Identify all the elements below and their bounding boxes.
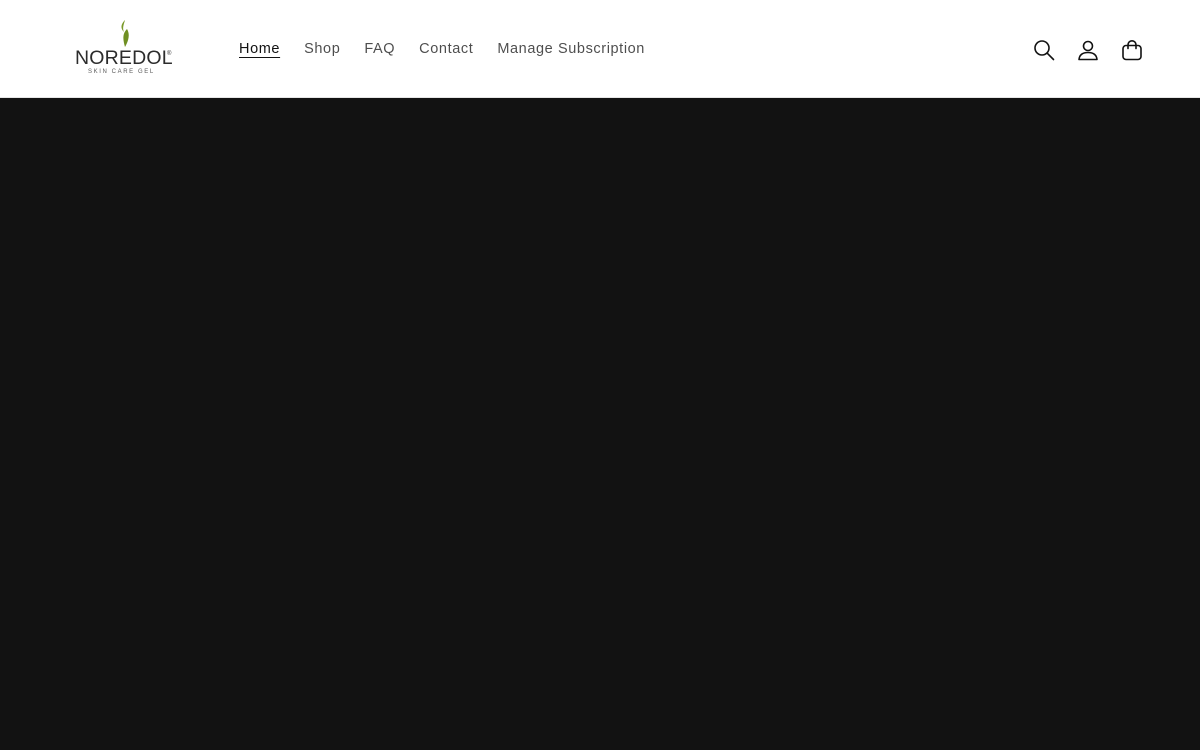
leaf-icon — [121, 20, 129, 47]
hero-banner — [0, 98, 1200, 750]
nav-item-contact[interactable]: Contact — [407, 36, 485, 62]
registered-mark: ® — [167, 51, 172, 57]
nav-item-faq[interactable]: FAQ — [352, 36, 407, 62]
nav-item-manage-subscription[interactable]: Manage Subscription — [485, 36, 657, 62]
site-header: NOREDOL ® SKIN CARE GEL Home Shop FAQ Co… — [0, 0, 1200, 98]
brand-tagline: SKIN CARE GEL — [88, 69, 155, 75]
search-icon — [1034, 40, 1055, 61]
account-button[interactable] — [1066, 28, 1110, 72]
cart-button[interactable] — [1110, 28, 1154, 72]
header-icons — [1022, 28, 1154, 72]
nav-item-home[interactable]: Home — [227, 36, 292, 62]
brand-logo[interactable]: NOREDOL ® SKIN CARE GEL — [72, 20, 180, 80]
account-icon — [1078, 40, 1098, 61]
brand-name: NOREDOL — [75, 47, 173, 69]
cart-icon — [1122, 39, 1142, 61]
main-nav: Home Shop FAQ Contact Manage Subscriptio… — [227, 36, 657, 62]
nav-item-shop[interactable]: Shop — [292, 36, 352, 62]
search-button[interactable] — [1022, 28, 1066, 72]
